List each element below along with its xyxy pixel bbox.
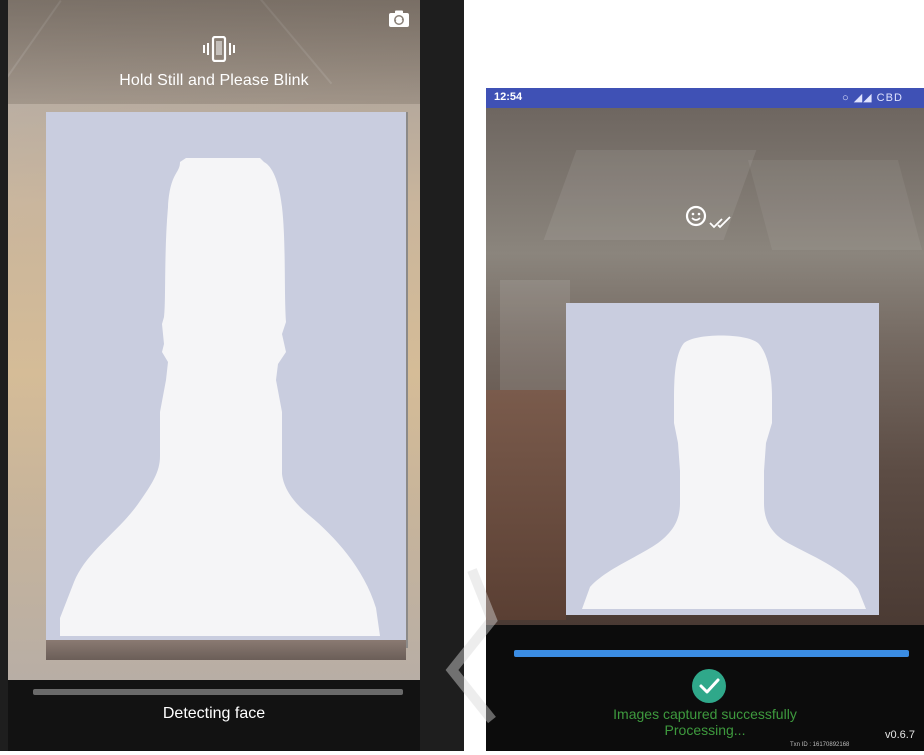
vibrate-phone-icon bbox=[202, 35, 236, 63]
blink-instruction: Hold Still and Please Blink bbox=[119, 72, 309, 89]
camera-switch-icon[interactable] bbox=[388, 10, 410, 28]
capture-success-message: Images captured successfully Processing.… bbox=[486, 706, 924, 738]
capture-progress-bar bbox=[514, 650, 909, 657]
smiling-face-icon bbox=[684, 205, 736, 231]
app-version: v0.6.7 bbox=[885, 729, 915, 741]
ceiling-panel bbox=[747, 160, 923, 250]
detecting-face-status: Detecting face bbox=[162, 705, 266, 722]
face-placeholder-silhouette bbox=[46, 112, 408, 648]
processing-line: Processing... bbox=[664, 722, 746, 738]
transaction-id: Txn ID : 16170892168 bbox=[790, 742, 850, 748]
face-visible-strip bbox=[46, 640, 406, 660]
ceiling-panel bbox=[500, 280, 570, 400]
faint-watermark bbox=[442, 560, 502, 750]
check-circle-icon bbox=[690, 667, 728, 705]
status-icons: ○ ◢◢ CBD bbox=[842, 92, 903, 104]
phone-bezel-left bbox=[0, 0, 8, 751]
status-time: 12:54 bbox=[494, 91, 523, 103]
face-placeholder-silhouette bbox=[566, 303, 879, 615]
success-line: Images captured successfully bbox=[613, 706, 797, 722]
detection-progress-bar bbox=[33, 689, 403, 695]
